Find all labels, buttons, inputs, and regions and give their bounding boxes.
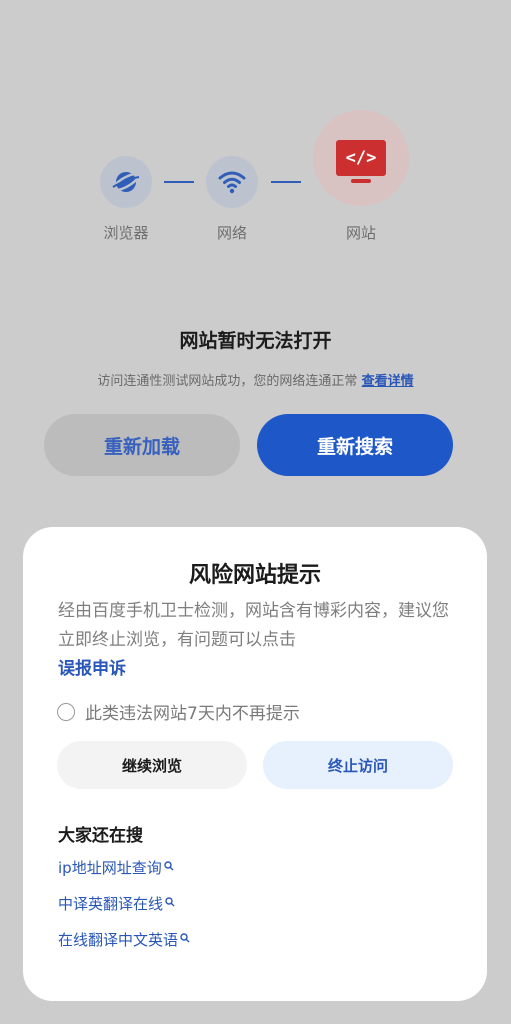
website-node: </> xyxy=(313,110,409,206)
diagnostic-panel: </> 浏览器 网络 网站 网站暂时无法打开 访问连通性测试网站成功，您的网络连… xyxy=(0,0,511,520)
error-title: 网站暂时无法打开 xyxy=(179,330,332,352)
wifi-icon xyxy=(218,171,246,194)
dialog-message: 经由百度手机卫士检测，网站含有博彩内容，建议您立即终止浏览，有问题可以点击 误报… xyxy=(58,597,458,684)
search-icon xyxy=(180,932,190,942)
connector-line xyxy=(164,181,194,183)
suggestion-text: 中译英翻译在线 xyxy=(58,895,164,913)
browser-node xyxy=(100,156,152,208)
suggestions-title: 大家还在搜 xyxy=(58,826,143,846)
dont-remind-label: 此类违法网站7天内不再提示 xyxy=(85,704,300,724)
browser-label: 浏览器 xyxy=(103,224,149,242)
dialog-message-text: 经由百度手机卫士检测，网站含有博彩内容，建议您立即终止浏览，有问题可以点击 xyxy=(58,601,449,650)
report-link[interactable]: 误报申诉 xyxy=(58,659,126,679)
suggestion-text: ip地址网址查询 xyxy=(58,859,162,877)
connector-line xyxy=(271,181,301,183)
planet-icon xyxy=(112,172,140,192)
error-description: 访问连通性测试网站成功，您的网络连通正常 查看详情 xyxy=(0,370,511,389)
suggestion-item[interactable]: 在线翻译中文英语 xyxy=(58,929,190,950)
website-label: 网站 xyxy=(345,224,376,242)
error-desc-text: 访问连通性测试网站成功，您的网络连通正常 xyxy=(97,374,358,389)
code-monitor-icon: </> xyxy=(336,140,386,183)
suggestion-item[interactable]: ip地址网址查询 xyxy=(58,857,174,878)
search-icon xyxy=(164,860,174,870)
search-icon xyxy=(165,896,175,906)
research-button[interactable]: 重新搜索 xyxy=(257,414,453,476)
network-node xyxy=(206,156,258,208)
reload-button[interactable]: 重新加载 xyxy=(44,414,240,476)
network-label: 网络 xyxy=(216,224,247,242)
suggestion-item[interactable]: 中译英翻译在线 xyxy=(58,893,175,914)
dont-remind-checkbox[interactable] xyxy=(57,702,75,721)
suggestion-text: 在线翻译中文英语 xyxy=(58,931,179,949)
dont-remind-option[interactable]: 此类违法网站7天内不再提示 xyxy=(57,699,300,724)
continue-browsing-button[interactable]: 继续浏览 xyxy=(57,741,247,789)
stop-visit-button[interactable]: 终止访问 xyxy=(263,741,453,789)
risk-dialog: 风险网站提示 经由百度手机卫士检测，网站含有博彩内容，建议您立即终止浏览，有问题… xyxy=(23,527,487,1001)
view-details-link[interactable]: 查看详情 xyxy=(362,374,414,389)
dialog-title: 风险网站提示 xyxy=(188,563,321,588)
